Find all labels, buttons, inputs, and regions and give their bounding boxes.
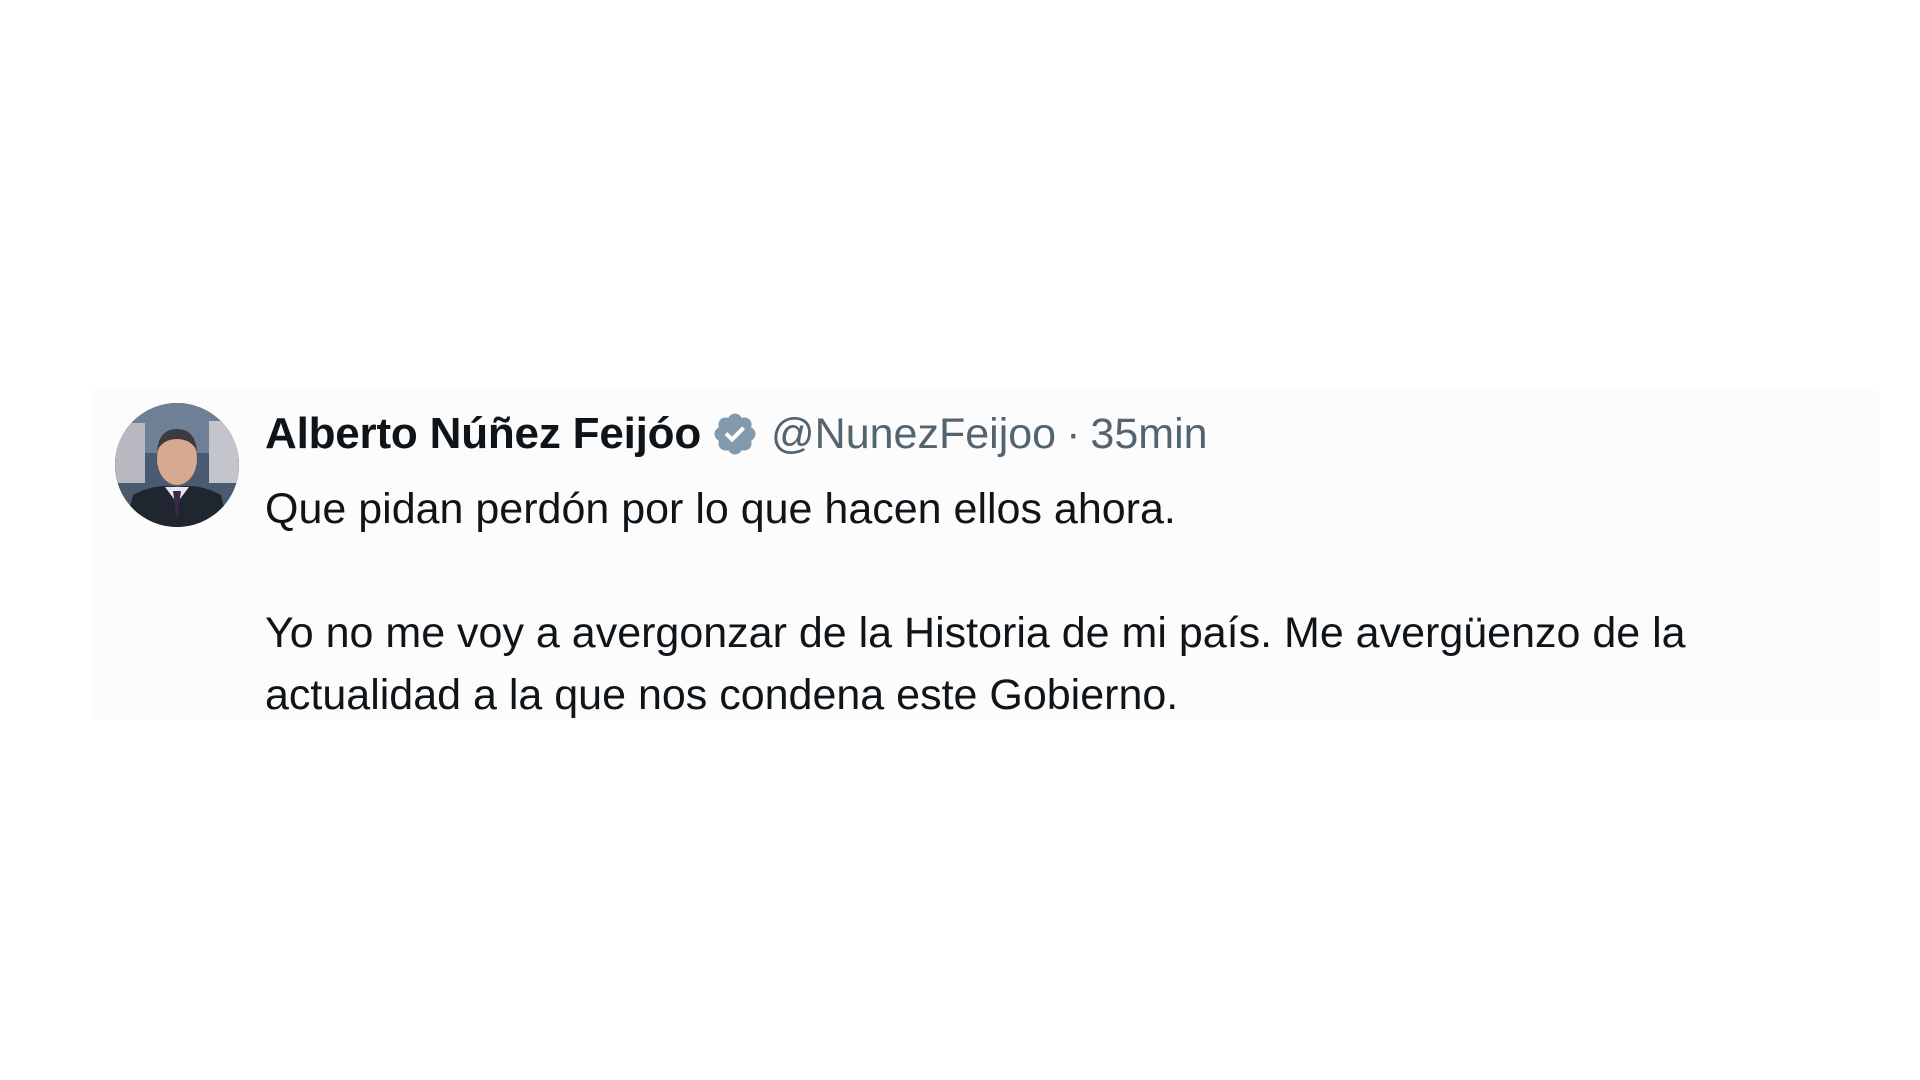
author-name[interactable]: Alberto Núñez Feijóo bbox=[265, 409, 701, 459]
separator-dot: · bbox=[1066, 409, 1081, 458]
verified-badge-icon bbox=[711, 410, 759, 458]
avatar[interactable] bbox=[115, 403, 239, 527]
tweet-header: Alberto Núñez Feijóo @NunezFeijoo · 35mi… bbox=[265, 406, 1208, 462]
tweet-paragraph: Yo no me voy a avergonzar de la Historia… bbox=[265, 609, 1686, 719]
author-handle[interactable]: @NunezFeijoo bbox=[771, 410, 1056, 459]
avatar-photo bbox=[115, 403, 239, 527]
tweet-text: Que pidan perdón por lo que hacen ellos … bbox=[265, 478, 1825, 726]
tweet-paragraph: Que pidan perdón por lo que hacen ellos … bbox=[265, 485, 1176, 533]
timestamp[interactable]: 35min bbox=[1090, 410, 1207, 459]
